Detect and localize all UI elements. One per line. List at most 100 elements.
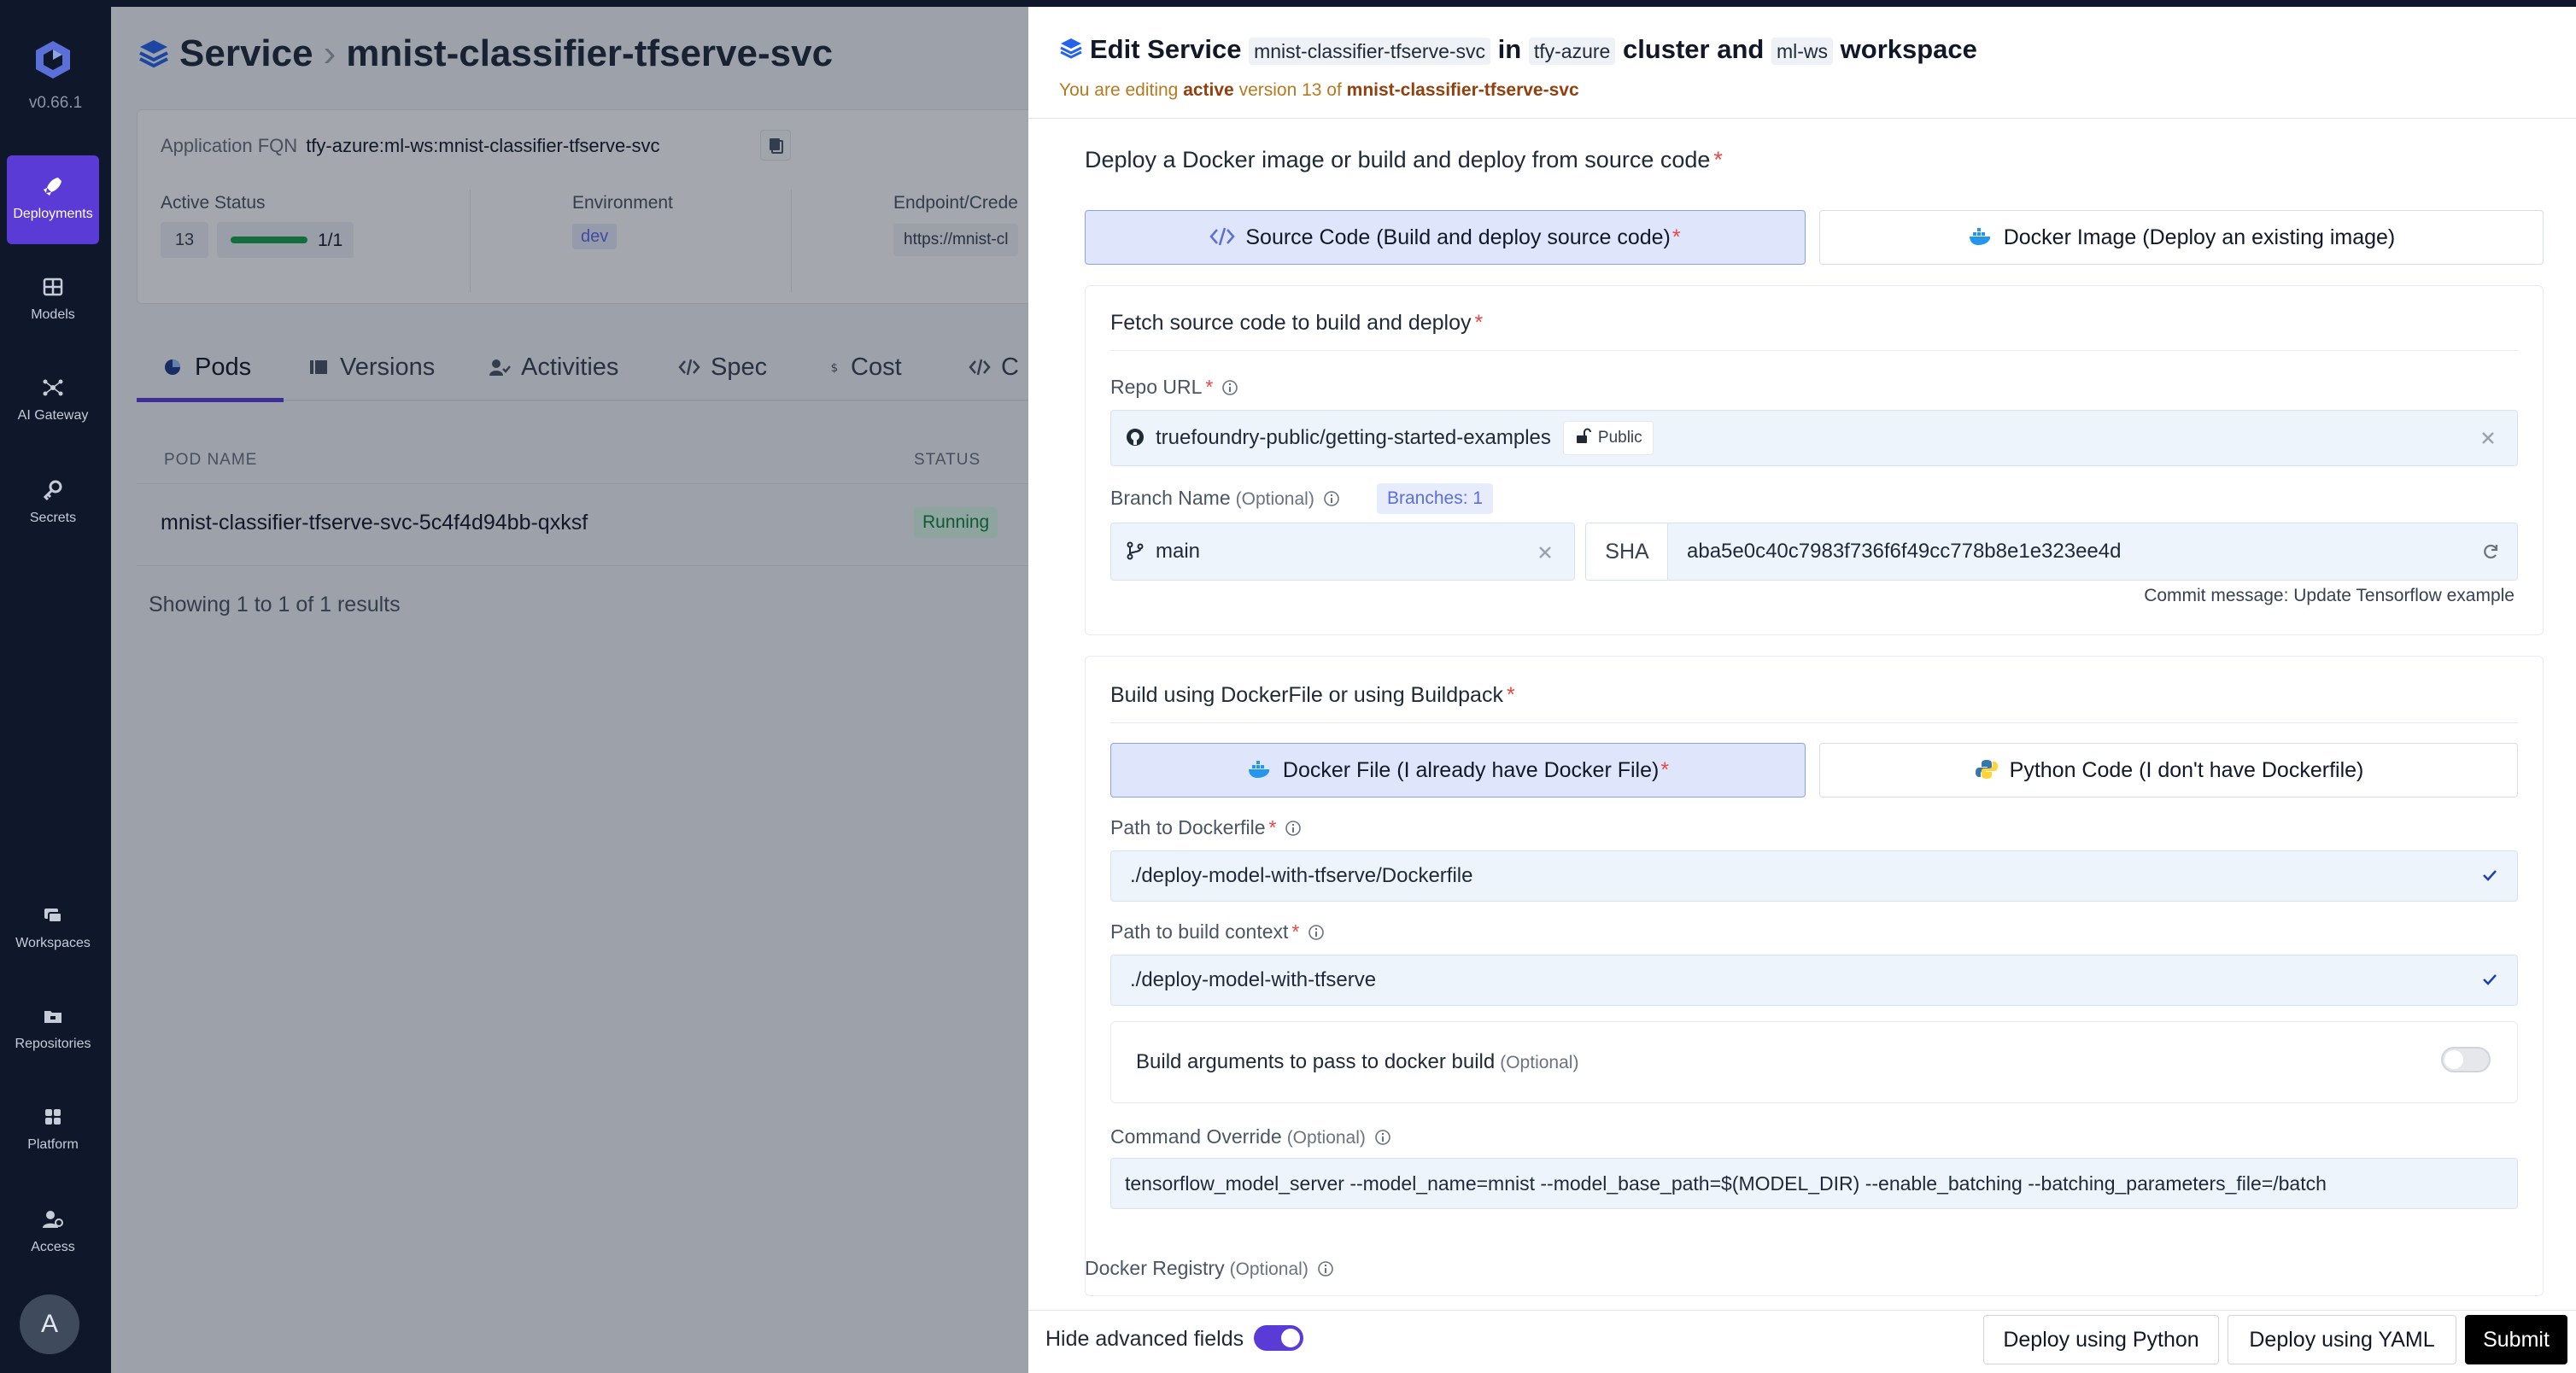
rocket-icon — [44, 178, 61, 196]
access-icon — [43, 1211, 63, 1228]
required-marker: * — [1205, 376, 1214, 398]
info-icon[interactable] — [1285, 820, 1302, 837]
sidebar-item-access[interactable]: Access — [7, 1189, 99, 1277]
refresh-icon[interactable] — [2480, 541, 2501, 562]
notice-text: version 13 of — [1238, 80, 1342, 100]
code-icon — [1209, 227, 1236, 246]
label-text: Command Override — [1110, 1125, 1282, 1148]
command-override-input[interactable]: tensorflow_model_server --model_name=mni… — [1110, 1158, 2518, 1209]
required-marker: * — [1671, 225, 1681, 249]
build-option-dockerfile[interactable]: Docker File (I already have Docker File)… — [1110, 743, 1806, 798]
dockerfile-path-label: Path to Dockerfile * — [1110, 816, 1302, 839]
cluster-name-code: tfy-azure — [1528, 38, 1616, 65]
service-detail-page: Service › mnist-classifier-tfserve-svc App… — [111, 0, 1028, 1373]
label-text: Fetch source code to build and deploy — [1110, 311, 1472, 335]
sidebar-item-label: Deployments — [13, 207, 93, 221]
optional-marker: (Optional) — [1229, 1259, 1308, 1279]
command-override-label: Command Override (Optional) — [1110, 1125, 1391, 1148]
visibility-label: Public — [1597, 429, 1642, 447]
git-branch-icon — [1127, 541, 1144, 560]
workspace-name-code: ml-ws — [1771, 38, 1834, 65]
github-icon — [1127, 429, 1144, 446]
workspaces-icon — [44, 909, 62, 923]
top-bar — [1028, 0, 2576, 7]
divider — [1110, 350, 2518, 351]
drawer-title: Edit Service mnist-classifier-tfserve-sv… — [1059, 34, 1977, 65]
label-text: Branch Name — [1110, 487, 1231, 509]
sha-input[interactable]: aba5e0c40c7983f736f6f49cc778b8e1e323ee4d — [1667, 523, 2518, 581]
title-text: cluster and — [1622, 34, 1765, 64]
modal-backdrop[interactable] — [111, 7, 1028, 1373]
required-marker: * — [1713, 147, 1723, 172]
label-text: Docker Registry — [1085, 1257, 1225, 1279]
sidebar-item-label: AI Gateway — [17, 408, 89, 423]
service-name-code: mnist-classifier-tfserve-svc — [1249, 38, 1491, 65]
optional-marker: (Optional) — [1235, 489, 1314, 509]
deploy-section-label: Deploy a Docker image or build and deplo… — [1085, 147, 1723, 173]
hide-advanced-toggle[interactable] — [1254, 1325, 1303, 1351]
build-context-label: Path to build context * — [1110, 920, 1325, 944]
build-args-toggle[interactable] — [2441, 1047, 2491, 1072]
repository-icon — [44, 1011, 61, 1023]
branch-name-input[interactable]: main — [1110, 523, 1575, 581]
info-icon[interactable] — [1374, 1129, 1391, 1146]
option-docker-image[interactable]: Docker Image (Deploy an existing image) — [1819, 210, 2544, 265]
branch-value: main — [1156, 540, 1201, 563]
toggle-knob — [2444, 1050, 2463, 1069]
title-prefix: Edit Service — [1090, 34, 1242, 64]
avatar[interactable]: A — [20, 1294, 79, 1354]
toggle-knob — [1281, 1329, 1300, 1347]
sidebar-item-label: Repositories — [15, 1037, 91, 1051]
repo-url-input[interactable]: truefoundry-public/getting-started-examp… — [1110, 410, 2518, 466]
label-text: Deploy a Docker image or build and deplo… — [1085, 147, 1711, 172]
info-icon[interactable] — [1221, 379, 1238, 396]
info-icon[interactable] — [1323, 490, 1340, 507]
submit-button[interactable]: Submit — [2465, 1315, 2567, 1364]
dockerfile-path-input[interactable]: ./deploy-model-with-tfserve/Dockerfile — [1110, 850, 2518, 902]
sidebar-item-models[interactable]: Models — [7, 256, 99, 345]
sidebar-item-deployments[interactable]: Deployments — [7, 155, 99, 244]
sidebar-item-workspaces[interactable]: Workspaces — [7, 885, 99, 973]
option-label: Python Code (I don't have Dockerfile) — [2009, 758, 2364, 782]
clear-branch-icon[interactable] — [1536, 543, 1554, 562]
sha-label: SHA — [1585, 523, 1669, 581]
optional-marker: (Optional) — [1500, 1053, 1579, 1072]
info-icon[interactable] — [1308, 924, 1325, 941]
sidebar-item-platform[interactable]: Platform — [7, 1086, 99, 1175]
truefoundry-logo-icon[interactable] — [31, 38, 75, 82]
gateway-icon — [43, 379, 63, 396]
build-context-input[interactable]: ./deploy-model-with-tfserve — [1110, 955, 2518, 1006]
option-label: Docker Image (Deploy an existing image) — [2003, 225, 2396, 249]
grid-icon — [43, 278, 63, 296]
sidebar-item-label: Workspaces — [15, 936, 91, 950]
required-marker: * — [1660, 758, 1670, 782]
python-icon — [1975, 760, 1998, 779]
divider — [1110, 722, 2518, 723]
option-source-code[interactable]: Source Code (Build and deploy source cod… — [1085, 210, 1806, 265]
optional-marker: (Optional) — [1286, 1128, 1366, 1148]
sidebar-item-label: Platform — [27, 1137, 79, 1152]
notice-state: active — [1183, 80, 1234, 100]
fetch-label: Fetch source code to build and deploy * — [1110, 311, 1483, 336]
clear-repo-icon[interactable] — [2479, 429, 2497, 447]
sidebar-item-secrets[interactable]: Secrets — [7, 459, 99, 548]
label-text: Build arguments to pass to docker build — [1136, 1050, 1496, 1073]
build-option-python[interactable]: Python Code (I don't have Dockerfile) — [1819, 743, 2518, 798]
deploy-python-button[interactable]: Deploy using Python — [1983, 1315, 2219, 1364]
docker-icon — [1969, 228, 1990, 245]
info-icon[interactable] — [1317, 1260, 1334, 1277]
sidebar-item-ai-gateway[interactable]: AI Gateway — [7, 357, 99, 446]
branches-count-badge: Branches: 1 — [1377, 483, 1494, 514]
sidebar-item-label: Secrets — [29, 511, 77, 525]
commit-message: Commit message: Update Tensorflow exampl… — [2144, 586, 2515, 605]
sidebar-item-repositories[interactable]: Repositories — [7, 985, 99, 1074]
deploy-yaml-button[interactable]: Deploy using YAML — [2228, 1315, 2456, 1364]
label-text: Build using DockerFile or using Buildpac… — [1110, 683, 1503, 707]
required-marker: * — [1506, 683, 1515, 707]
app-version: v0.66.1 — [28, 94, 83, 112]
visibility-badge: Public — [1562, 421, 1654, 455]
title-text: in — [1497, 34, 1522, 64]
sidebar-item-label: Access — [31, 1240, 75, 1254]
valid-check-icon — [2483, 974, 2497, 985]
required-marker: * — [1291, 920, 1300, 943]
